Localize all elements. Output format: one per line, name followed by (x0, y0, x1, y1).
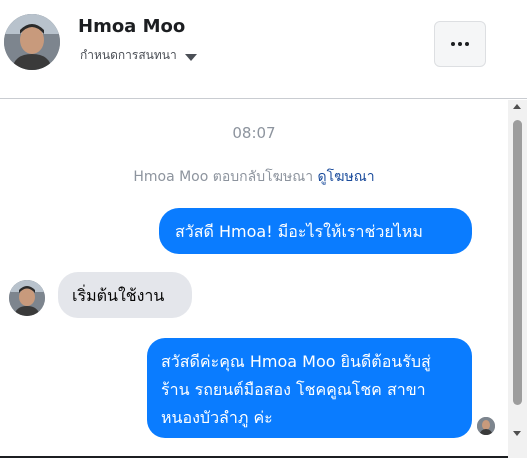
scrollbar-thumb[interactable] (513, 120, 522, 405)
scroll-up-icon[interactable] (513, 104, 521, 109)
more-options-button[interactable] (434, 21, 486, 67)
ad-reply-text: Hmoa Moo ตอบกลับโฆษณา (133, 169, 314, 185)
seen-avatar-indicator (477, 417, 495, 435)
conversation-header: Hmoa Moo กำหนดการสนทนา (0, 0, 527, 99)
caret-down-icon (184, 53, 197, 61)
view-ad-link[interactable]: ดูโฆษณา (318, 169, 375, 185)
conversation-label-text: กำหนดการสนทนา (80, 48, 177, 62)
contact-avatar[interactable] (4, 14, 60, 70)
message-thread: 08:07 Hmoa Moo ตอบกลับโฆษณา ดูโฆษณา สวัส… (0, 100, 508, 458)
contact-name[interactable]: Hmoa Moo (78, 16, 185, 37)
contact-avatar-small[interactable] (9, 280, 45, 316)
outgoing-message[interactable]: สวัสดีค่ะคุณ Hmoa Moo ยินดีต้อนรับสู่ร้า… (147, 338, 472, 438)
more-horizontal-icon (451, 42, 455, 46)
conversation-label-dropdown[interactable]: กำหนดการสนทนา (80, 46, 197, 65)
message-timestamp: 08:07 (232, 124, 276, 142)
outgoing-message[interactable]: สวัสดี Hmoa! มีอะไรให้เราช่วยไหม (159, 208, 472, 254)
ad-reply-notice: Hmoa Moo ตอบกลับโฆษณา ดูโฆษณา (0, 166, 508, 188)
incoming-message[interactable]: เริ่มต้นใช้งาน (58, 272, 192, 318)
scrollbar[interactable] (508, 100, 527, 458)
scroll-down-icon[interactable] (513, 431, 521, 436)
